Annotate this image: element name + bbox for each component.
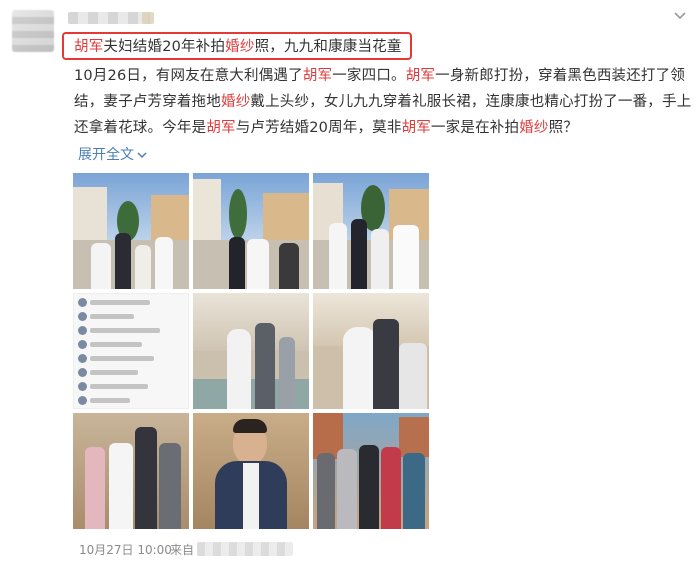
photo-comment-screenshot[interactable]: [73, 293, 189, 409]
title-text: 照，九九和康康当花童: [254, 39, 402, 55]
photo-group-sunset[interactable]: [313, 413, 429, 529]
body-keyword[interactable]: 胡军: [206, 120, 235, 136]
photo-wedding-steps-3[interactable]: [313, 173, 429, 289]
photo-man-closeup[interactable]: [193, 413, 309, 529]
avatar[interactable]: [12, 10, 54, 52]
body-keyword[interactable]: 婚纱: [221, 94, 250, 110]
badge-redacted: [142, 12, 154, 24]
body-keyword[interactable]: 婚纱: [519, 120, 548, 136]
photo-wedding-steps-2[interactable]: [193, 173, 309, 289]
title-keyword[interactable]: 婚纱: [225, 39, 254, 55]
body-text: 10月26日，有网友在意大利偶遇了: [74, 68, 303, 84]
chevron-down-icon[interactable]: [672, 8, 688, 24]
body-keyword[interactable]: 胡军: [406, 68, 435, 84]
source-prefix: 来自: [170, 543, 195, 557]
expand-label[interactable]: 展开全文: [78, 144, 134, 166]
body-text: 一家是在补拍: [430, 120, 520, 136]
photo-fountain-couple[interactable]: [193, 293, 309, 409]
photo-wedding-steps-1[interactable]: [73, 173, 189, 289]
post-body-line-3: 还拿着花球。今年是胡军与卢芳结婚20周年，莫非胡军一家是在补拍婚纱照？: [74, 115, 674, 141]
post-timestamp[interactable]: 10月27日 10:00: [79, 542, 172, 558]
body-keyword[interactable]: 胡军: [402, 120, 431, 136]
post-body-line-2: 结，妻子卢芳穿着拖地婚纱戴上头纱，女儿九九穿着礼服长裙，连康康也精心打扮了一番，…: [74, 89, 691, 115]
body-text: 一身新郎打扮，穿着黑色西装还打了领: [435, 68, 686, 84]
photo-ruins-family[interactable]: [73, 413, 189, 529]
username-redacted[interactable]: [68, 12, 150, 24]
body-keyword[interactable]: 胡军: [303, 68, 332, 84]
source-redacted[interactable]: [197, 542, 293, 556]
body-text: 与卢芳结婚20周年，莫非: [235, 120, 402, 136]
photo-fountain-kiss[interactable]: [313, 293, 429, 409]
title-keyword[interactable]: 胡军: [74, 39, 103, 55]
body-text: 照？: [548, 120, 578, 136]
body-text: 还拿着花球。今年是: [74, 120, 207, 136]
expand-full-text-link[interactable]: 展开全文: [78, 144, 147, 166]
chevron-down-icon[interactable]: [137, 144, 147, 166]
post-title: 胡军夫妇结婚20年补拍婚纱照，九九和康康当花童: [74, 34, 674, 60]
post-body-line-1: 10月26日，有网友在意大利偶遇了胡军一家四口。胡军一身新郎打扮，穿着黑色西装还…: [74, 63, 685, 89]
body-text: 结，妻子卢芳穿着拖地: [74, 94, 221, 110]
title-text: 夫妇结婚20年补拍: [103, 39, 226, 55]
body-text: 一家四口。: [332, 68, 406, 84]
body-text: 戴上头纱，女儿九九穿着礼服长裙，连康康也精心打扮了一番，手上: [250, 94, 692, 110]
